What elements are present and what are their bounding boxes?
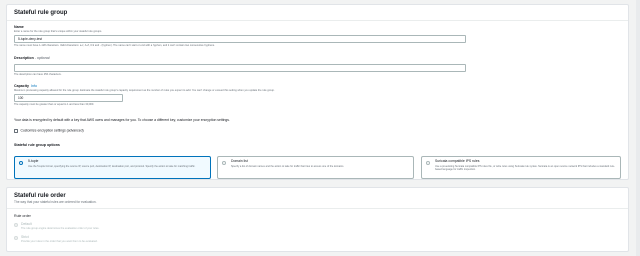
panel-subtitle: The way that your stateful rules are ord…: [14, 200, 97, 204]
option-description: The rule group engine determines the eva…: [21, 227, 100, 230]
customize-encryption-checkbox[interactable]: [14, 129, 18, 133]
option-title: 5-tuple: [28, 159, 39, 163]
radio-strict[interactable]: [14, 236, 18, 240]
option-card-5-tuple[interactable]: 5-tuple Use the 5-tuple format, specifyi…: [14, 156, 211, 179]
radio-suricata[interactable]: [426, 160, 430, 165]
customize-encryption-label: Customize encryption settings (advanced): [20, 128, 84, 133]
capacity-info-link[interactable]: Info: [31, 84, 37, 88]
customize-encryption[interactable]: Customize encryption settings (advanced): [14, 129, 84, 133]
encryption-notice: Your data is encrypted by default with a…: [14, 118, 230, 122]
capacity-label-text: Capacity: [14, 84, 29, 88]
description-constraint: The description can have 256 characters.: [14, 73, 62, 76]
name-input[interactable]: 5-tuple-deny-test: [14, 35, 466, 43]
name-help: Enter a name for the rule group that's u…: [14, 30, 103, 33]
capacity-help: Maximum processing capacity allowed for …: [14, 89, 275, 92]
name-constraint: The name must have 1-128 characters. Val…: [14, 44, 215, 47]
option-description: Provide your rules in the order that you…: [21, 240, 98, 243]
option-description: Specify a list of domain names and the a…: [231, 164, 345, 168]
page-scrollbar[interactable]: [636, 0, 640, 256]
option-card-domain-list[interactable]: Domain list Specify a list of domain nam…: [217, 156, 414, 179]
option-description: Use a preexisting Suricata compatible IP…: [435, 164, 615, 172]
option-title: Strict: [21, 235, 29, 239]
option-title: Default: [21, 222, 32, 226]
option-title: Domain list: [231, 159, 248, 163]
stateful-rule-order-panel: Stateful rule order The way that your st…: [6, 187, 629, 252]
panel-title: Stateful rule group: [7, 5, 628, 21]
rule-order-label: Rule order: [14, 214, 31, 218]
description-label: Description - optional: [14, 56, 50, 61]
option-card-suricata[interactable]: Suricata compatible IPS rules Use a pree…: [421, 156, 621, 179]
panel-title: Stateful rule order: [14, 193, 66, 199]
rule-group-options-label: Stateful rule group options: [14, 143, 60, 147]
description-label-text: Description: [14, 56, 34, 60]
description-input[interactable]: [14, 64, 466, 72]
capacity-input[interactable]: 100: [14, 94, 123, 102]
radio-default[interactable]: [14, 223, 18, 227]
panel-header: Stateful rule order The way that your st…: [7, 188, 628, 209]
radio-5-tuple[interactable]: [19, 160, 23, 165]
option-description: Use the 5-tuple format, specifying the s…: [28, 164, 196, 168]
radio-domain-list[interactable]: [222, 160, 226, 165]
optional-tag: - optional: [34, 56, 50, 60]
option-title: Suricata compatible IPS rules: [435, 159, 480, 163]
capacity-constraint: The capacity must be greater than or equ…: [14, 103, 95, 106]
stateful-rule-group-panel: Stateful rule group Name Enter a name fo…: [6, 4, 629, 180]
